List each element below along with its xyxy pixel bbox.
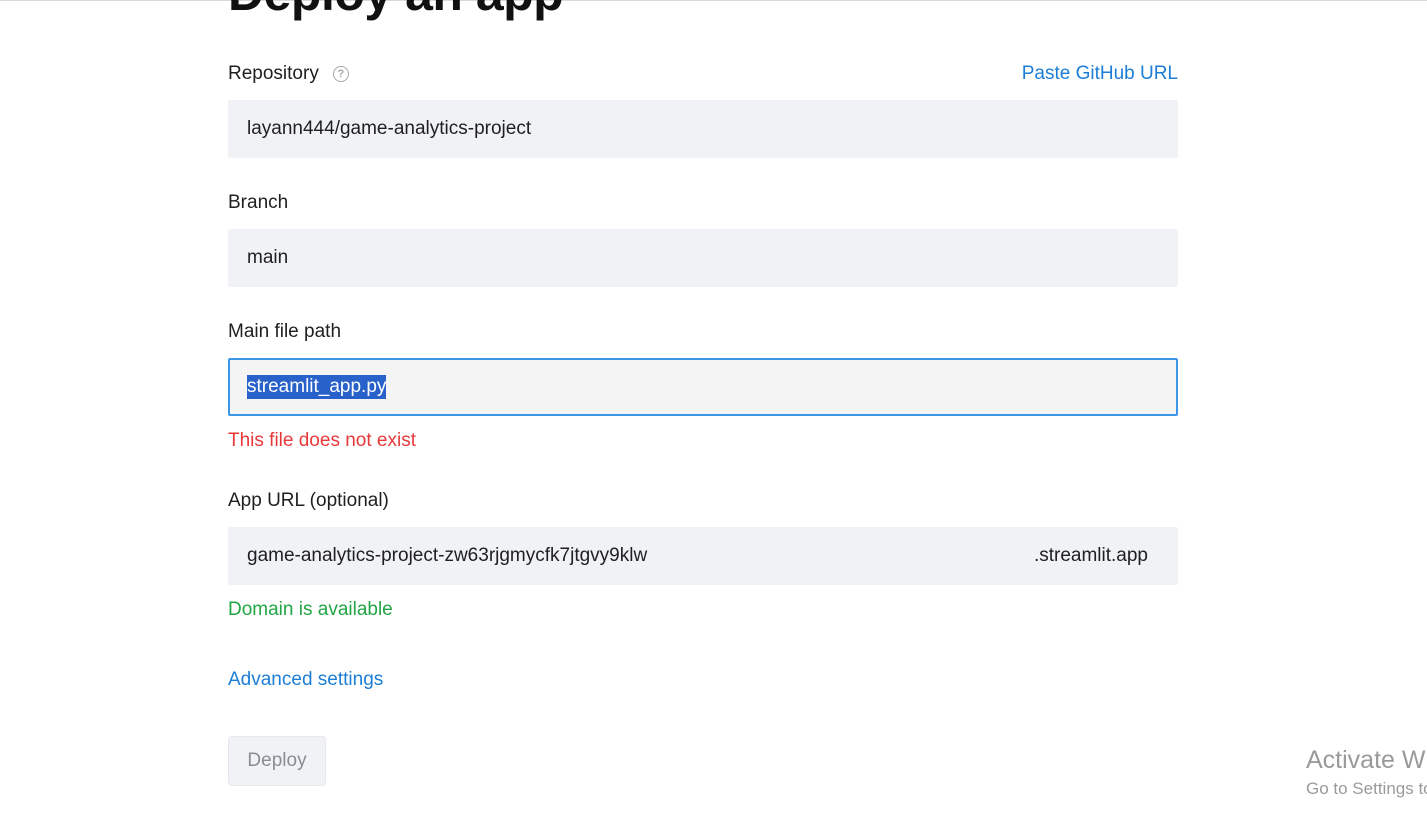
main-file-input[interactable]: streamlit_app.py: [228, 358, 1178, 416]
main-file-error: This file does not exist: [228, 430, 416, 451]
main-file-value: streamlit_app.py: [247, 375, 387, 399]
app-url-value: game-analytics-project-zw63rjgmycfk7jtgv…: [247, 545, 648, 566]
repository-label-text: Repository: [228, 63, 319, 84]
branch-value: main: [247, 247, 289, 268]
app-url-label: App URL (optional): [228, 490, 389, 511]
paste-github-url-link[interactable]: Paste GitHub URL: [1022, 63, 1178, 85]
top-divider: [0, 0, 1427, 1]
page-title: Deploy an app: [228, 0, 564, 22]
branch-label: Branch: [228, 192, 289, 213]
repository-input[interactable]: layann444/game-analytics-project: [228, 100, 1178, 158]
repository-value: layann444/game-analytics-project: [247, 118, 532, 139]
question-circle-icon[interactable]: ?: [332, 66, 349, 82]
app-url-input[interactable]: game-analytics-project-zw63rjgmycfk7jtgv…: [228, 527, 1178, 585]
repository-label: Repository ?: [228, 63, 349, 85]
domain-status: Domain is available: [228, 599, 393, 620]
advanced-settings-link[interactable]: Advanced settings: [228, 669, 383, 691]
branch-label-row: Branch: [228, 191, 1178, 215]
app-url-label-row: App URL (optional): [228, 489, 1178, 513]
watermark-title: Activate Windows: [1306, 746, 1427, 774]
main-file-label: Main file path: [228, 321, 342, 342]
branch-input[interactable]: main: [228, 229, 1178, 287]
deploy-button[interactable]: Deploy: [228, 736, 326, 786]
main-file-label-row: Main file path: [228, 320, 1178, 344]
watermark-subtitle: Go to Settings to activate Windows.: [1306, 779, 1427, 798]
app-url-suffix: .streamlit.app: [1033, 545, 1148, 566]
repository-label-row: Repository ? Paste GitHub URL: [228, 62, 1178, 86]
activate-windows-watermark: Activate Windows Go to Settings to activ…: [1306, 744, 1427, 802]
